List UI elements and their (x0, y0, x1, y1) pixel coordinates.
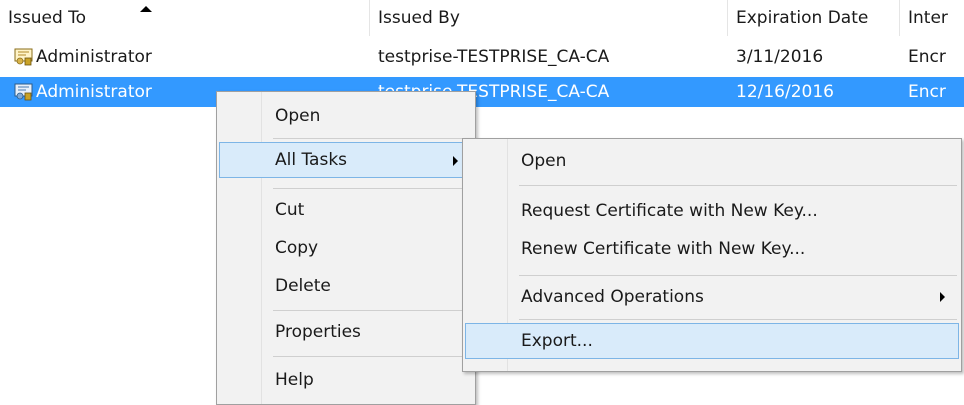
column-label: Issued To (8, 8, 87, 28)
submenu-arrow-icon (940, 292, 945, 302)
sort-ascending-icon (140, 6, 152, 12)
menu-separator (519, 275, 957, 276)
submenu-item-renew-certificate-new-key[interactable]: Renew Certificate with New Key... (465, 231, 959, 267)
certificate-icon (14, 48, 33, 66)
menu-separator (519, 319, 957, 320)
menu-separator (519, 185, 957, 186)
column-header-expiration-date[interactable]: Expiration Date (728, 0, 900, 36)
column-header-intended-purposes[interactable]: Inter (900, 0, 964, 36)
table-row[interactable]: Administrator testprise-TESTPRISE_CA-CA … (0, 42, 964, 72)
menu-item-help[interactable]: Help (219, 362, 473, 398)
cell-intended-purposes: Encr (908, 47, 946, 67)
submenu-item-open[interactable]: Open (465, 143, 959, 179)
cell-intended-purposes: Encr (908, 82, 946, 102)
submenu-item-export[interactable]: Export... (465, 323, 959, 359)
column-label: Issued By (378, 8, 460, 28)
table-row-selected[interactable]: Administrator testprise-TESTPRISE_CA-CA … (0, 77, 964, 107)
menu-item-all-tasks[interactable]: All Tasks (219, 142, 473, 178)
all-tasks-submenu: Open Request Certificate with New Key...… (462, 138, 962, 372)
column-header-issued-by[interactable]: Issued By (370, 0, 728, 36)
column-header: Issued To Issued By Expiration Date Inte… (0, 0, 964, 36)
menu-item-copy[interactable]: Copy (219, 230, 473, 266)
menu-item-label: Advanced Operations (521, 287, 704, 307)
menu-separator (273, 138, 471, 139)
submenu-arrow-icon (453, 156, 458, 166)
context-menu: Open All Tasks Cut Copy Delete Propertie… (216, 91, 476, 405)
menu-item-open[interactable]: Open (219, 98, 473, 134)
cell-expiration-date: 3/11/2016 (736, 47, 824, 67)
menu-item-cut[interactable]: Cut (219, 192, 473, 228)
cell-expiration-date: 12/16/2016 (736, 82, 834, 102)
menu-separator (273, 188, 471, 189)
menu-separator (273, 310, 471, 311)
certificate-icon (14, 83, 33, 101)
menu-item-delete[interactable]: Delete (219, 268, 473, 304)
column-label: Inter (908, 8, 948, 28)
menu-separator (273, 356, 471, 357)
cell-issued-by: testprise-TESTPRISE_CA-CA (378, 47, 610, 67)
cell-issued-to: Administrator (36, 47, 152, 67)
submenu-item-request-certificate-new-key[interactable]: Request Certificate with New Key... (465, 193, 959, 229)
column-header-issued-to[interactable]: Issued To (0, 0, 370, 36)
column-label: Expiration Date (736, 8, 869, 28)
menu-item-label: All Tasks (275, 150, 348, 170)
submenu-item-advanced-operations[interactable]: Advanced Operations (465, 279, 959, 315)
menu-item-properties[interactable]: Properties (219, 314, 473, 350)
